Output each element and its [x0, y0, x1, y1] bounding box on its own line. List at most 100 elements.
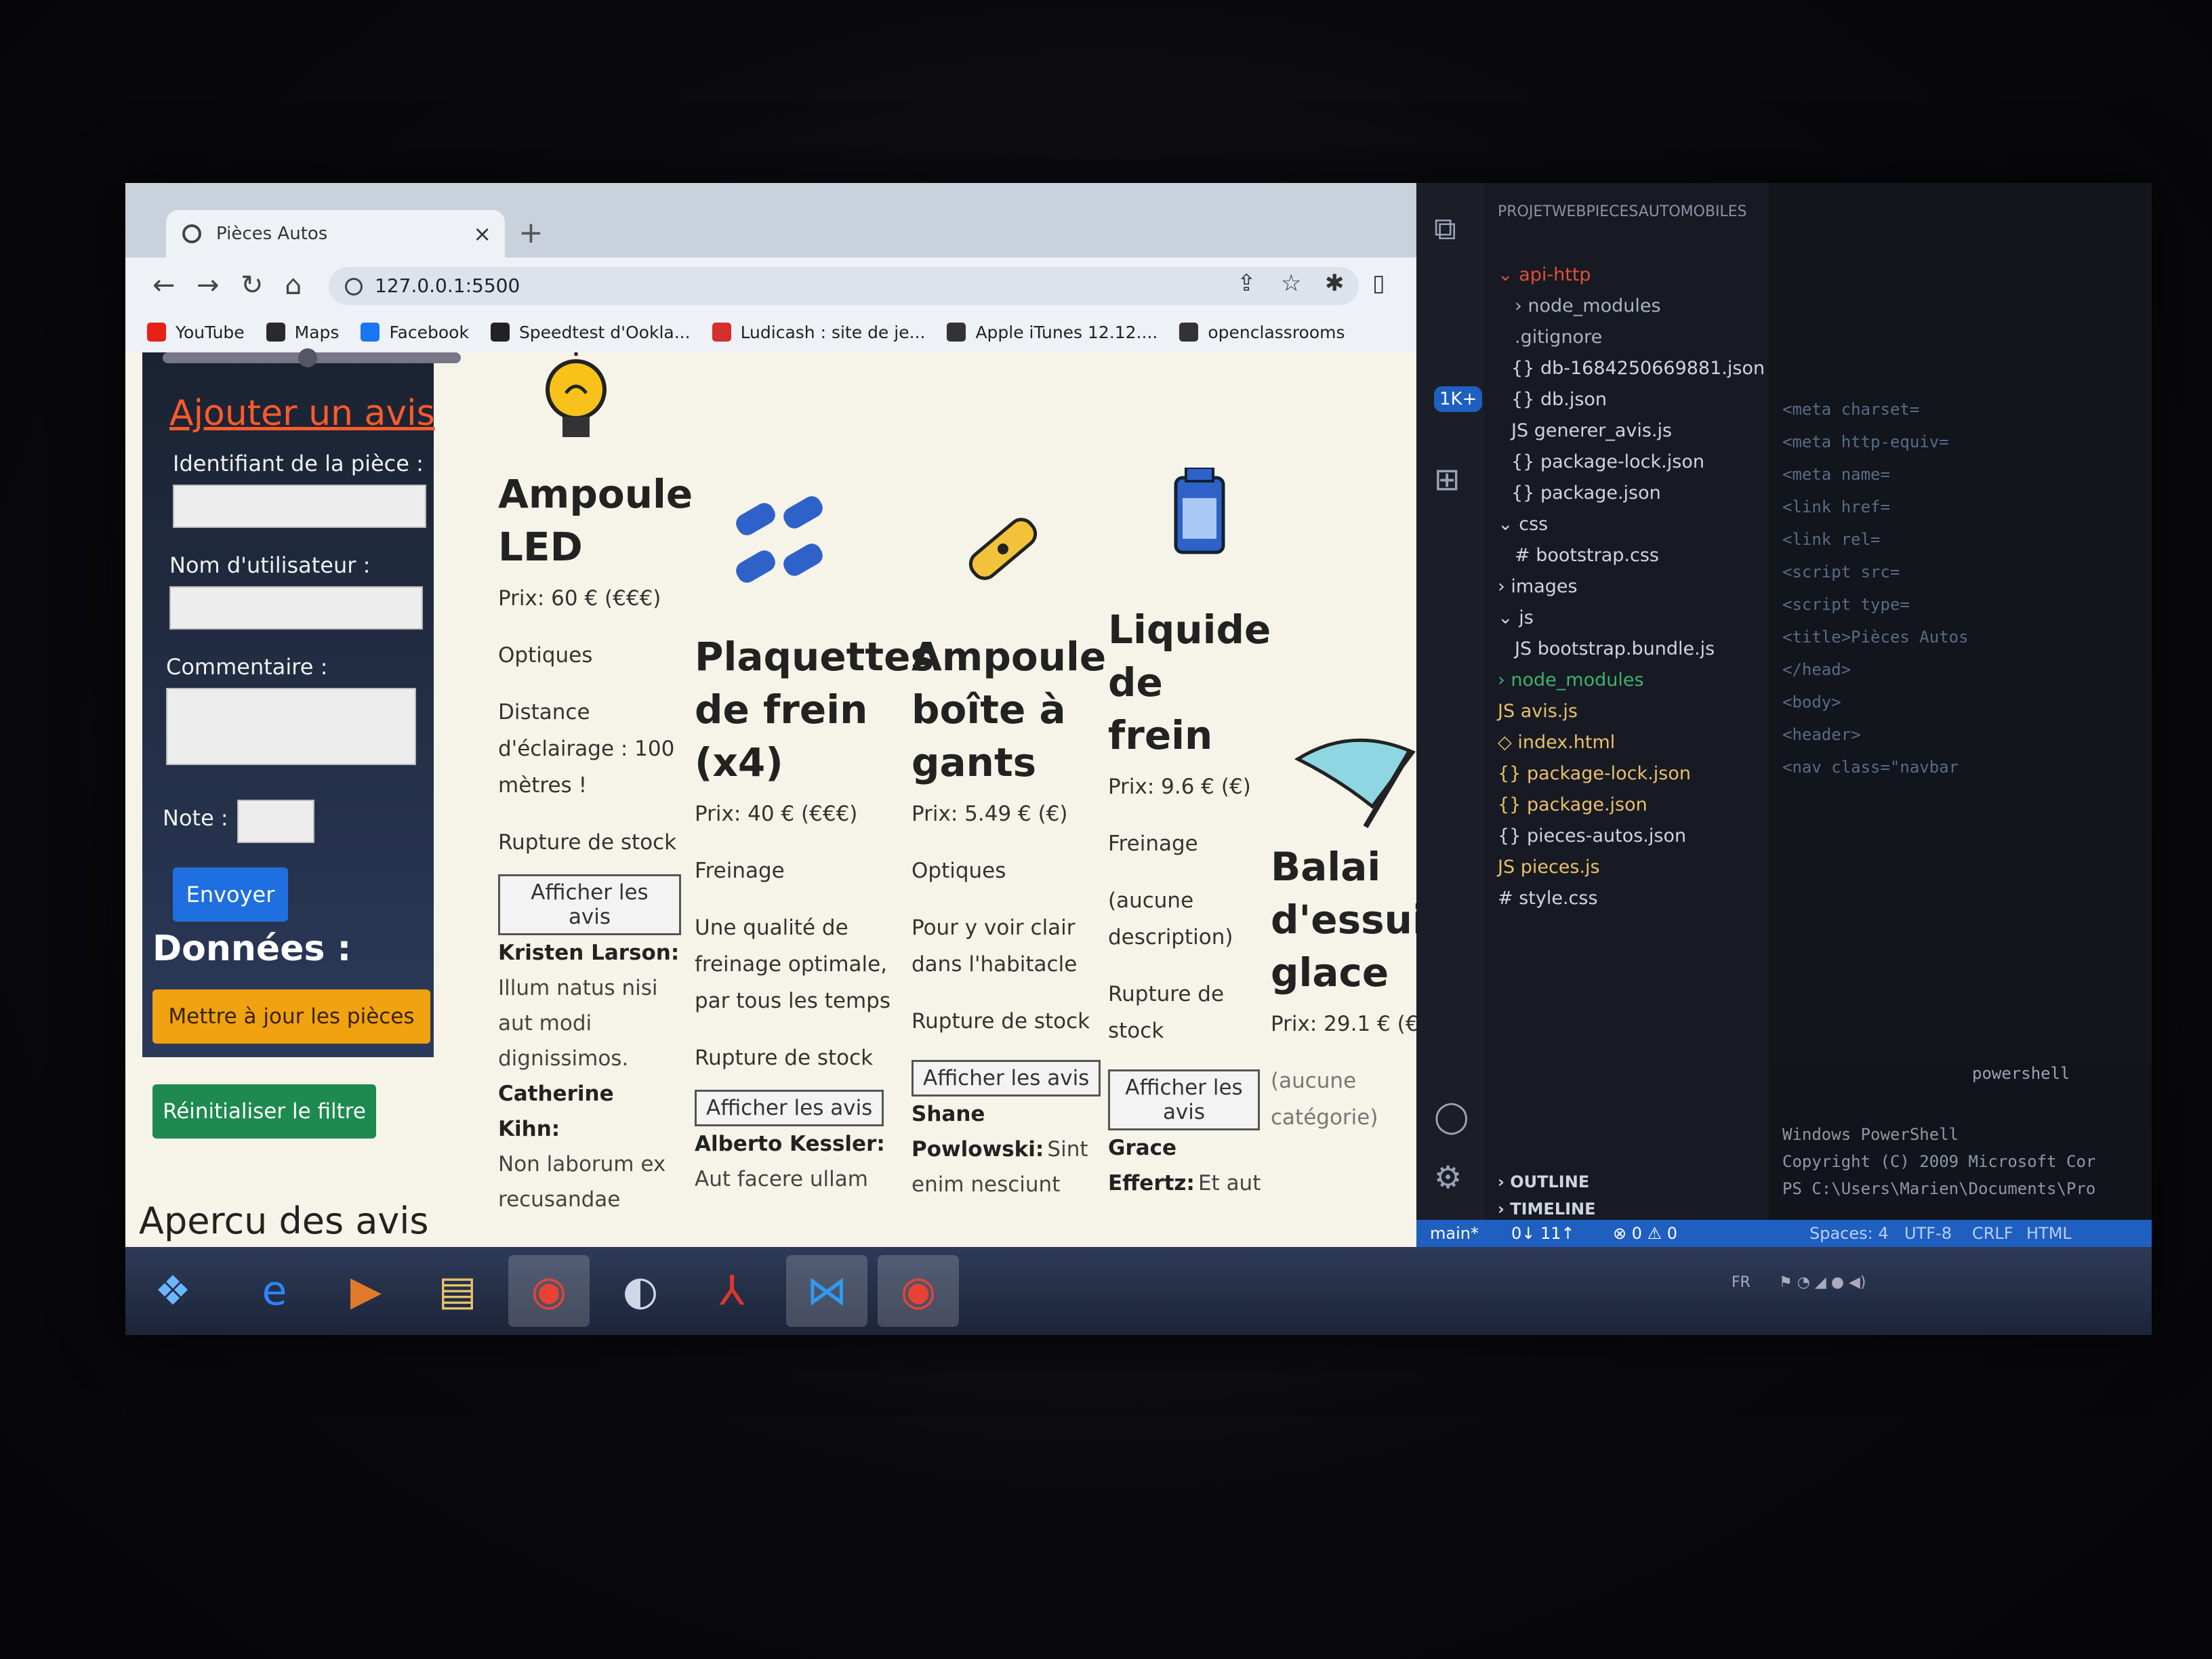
update-pieces-button[interactable]: Mettre à jour les pièces: [152, 989, 430, 1044]
explorer-icon[interactable]: ⧉: [1434, 210, 1456, 248]
note-input[interactable]: [237, 800, 314, 843]
account-icon[interactable]: ◯: [1434, 1098, 1469, 1134]
file-label: db-1684250669881.json: [1540, 358, 1765, 379]
explorer-file-item[interactable]: {} db.json: [1511, 389, 1607, 410]
show-reviews-button[interactable]: Afficher les avis: [1108, 1069, 1260, 1130]
explorer-file-item[interactable]: {} package-lock.json: [1498, 763, 1691, 784]
encoding-status[interactable]: UTF-8: [1904, 1224, 1952, 1243]
bookmark-item[interactable]: openclassrooms: [1179, 323, 1345, 342]
bookmark-item[interactable]: Speedtest d'Ookla...: [490, 323, 691, 342]
piece-id-input[interactable]: [173, 485, 426, 528]
share-icon[interactable]: ⇪: [1237, 270, 1256, 297]
explorer-file-item[interactable]: {} pieces-autos.json: [1498, 825, 1686, 846]
product-name-line: (x4): [695, 739, 783, 785]
outline-section[interactable]: › OUTLINE: [1498, 1172, 1589, 1191]
bookmark-item[interactable]: Apple iTunes 12.12....: [947, 323, 1158, 342]
file-explorer-icon[interactable]: ▤: [417, 1255, 498, 1327]
explorer-file-item[interactable]: .gitignore: [1515, 327, 1602, 348]
bookmark-star-icon[interactable]: ☆: [1281, 270, 1301, 297]
tab-close-icon[interactable]: ×: [473, 221, 491, 247]
explorer-file-item[interactable]: # style.css: [1498, 888, 1598, 909]
problems-status[interactable]: ⊗ 0 ⚠ 0: [1613, 1224, 1677, 1243]
explorer-file-item[interactable]: {} db-1684250669881.json: [1511, 358, 1765, 379]
show-reviews-button[interactable]: Afficher les avis: [912, 1060, 1101, 1097]
side-panel-icon[interactable]: ▯: [1372, 270, 1385, 297]
site-info-icon[interactable]: [345, 278, 363, 295]
bookmark-item[interactable]: Ludicash : site de je...: [712, 323, 925, 342]
terminal-line: Copyright (C) 2009 Microsoft Cor: [1782, 1152, 2096, 1171]
explorer-file-item[interactable]: {} package-lock.json: [1511, 451, 1704, 472]
explorer-file-item[interactable]: › images: [1498, 576, 1578, 597]
file-label: package-lock.json: [1540, 451, 1704, 472]
comment-textarea[interactable]: [166, 688, 416, 765]
start-button-icon[interactable]: ❖: [132, 1255, 213, 1327]
reload-icon[interactable]: ↻: [241, 270, 264, 301]
settings-gear-icon[interactable]: ⚙: [1434, 1159, 1462, 1195]
tray-icons[interactable]: ⚑ ◔ ◢ ● ◀): [1779, 1274, 1866, 1291]
explorer-file-item[interactable]: JS bootstrap.bundle.js: [1515, 638, 1715, 659]
explorer-file-item[interactable]: ◇ index.html: [1498, 732, 1615, 753]
code-editor[interactable]: <meta charset= <meta http-equiv= <meta nam…: [1769, 183, 2152, 1064]
sync-status[interactable]: 0↓ 11↑: [1511, 1224, 1575, 1243]
review-text: Illum natus nisi aut modi dignissimos.: [498, 970, 681, 1076]
spaces-status[interactable]: Spaces: 4: [1809, 1224, 1889, 1243]
eol-status[interactable]: CRLF: [1972, 1224, 2013, 1243]
media-player-icon[interactable]: ▶: [325, 1255, 407, 1327]
code-line: <title>Pièces Autos: [1782, 628, 1969, 647]
terminal-panel[interactable]: powershell Windows PowerShell Copyright (…: [1769, 1064, 2152, 1240]
json-icon: {}: [1511, 451, 1540, 472]
disc-icon[interactable]: ◐: [600, 1255, 681, 1327]
chrome-icon[interactable]: ◉: [878, 1255, 959, 1327]
submit-button[interactable]: Envoyer: [173, 867, 288, 922]
explorer-file-item[interactable]: › node_modules: [1515, 295, 1661, 316]
bookmark-item[interactable]: YouTube: [147, 323, 245, 342]
bookmark-item[interactable]: Maps: [266, 323, 339, 342]
address-bar[interactable]: 127.0.0.1:5500: [329, 267, 1359, 305]
timeline-section[interactable]: › TIMELINE: [1498, 1200, 1596, 1218]
button-line: avis: [1162, 1100, 1206, 1124]
username-input[interactable]: [169, 586, 423, 630]
explorer-file-item[interactable]: JS generer_avis.js: [1511, 420, 1672, 441]
explorer-file-item[interactable]: JS avis.js: [1498, 701, 1578, 722]
slider-knob[interactable]: [298, 348, 317, 367]
explorer-file-item[interactable]: {} package.json: [1511, 483, 1661, 504]
branch-status[interactable]: main*: [1430, 1224, 1479, 1243]
review-line: recusandae: [498, 1187, 621, 1212]
bookmark-item[interactable]: Facebook: [361, 323, 469, 342]
back-arrow-icon[interactable]: ←: [152, 270, 176, 301]
browser-tab[interactable]: Pièces Autos ×: [166, 210, 505, 258]
bookmark-icon: [490, 323, 510, 342]
json-icon: {}: [1511, 358, 1540, 379]
code-line: <link href=: [1782, 497, 1890, 516]
product-name: Plaquettes de frein (x4): [695, 630, 934, 789]
home-icon[interactable]: ⌂: [285, 270, 302, 301]
explorer-file-item[interactable]: › node_modules: [1498, 670, 1644, 691]
new-tab-button[interactable]: +: [518, 216, 544, 250]
review-text: enim nesciunt: [912, 1172, 1061, 1197]
language-indicator[interactable]: FR: [1732, 1274, 1750, 1291]
terminal-tab[interactable]: powershell: [1972, 1064, 2070, 1083]
scroll-slider[interactable]: [163, 348, 461, 367]
chrome-icon[interactable]: ◉: [508, 1255, 590, 1327]
explorer-file-item[interactable]: ⌄ api-http: [1498, 264, 1591, 285]
vscode-icon[interactable]: ⋈: [786, 1255, 867, 1327]
extensions-icon[interactable]: ⊞: [1434, 461, 1460, 497]
description-line: Une qualité de: [695, 916, 848, 940]
show-reviews-button[interactable]: Afficher les avis: [498, 874, 681, 935]
acrobat-icon[interactable]: ⅄: [691, 1255, 773, 1327]
file-label: bootstrap.bundle.js: [1537, 638, 1715, 659]
explorer-file-item[interactable]: ⌄ css: [1498, 514, 1548, 535]
reset-filter-button[interactable]: Réinitialiser le filtre: [152, 1084, 376, 1139]
language-status[interactable]: HTML: [2026, 1224, 2072, 1243]
forward-arrow-icon[interactable]: →: [197, 270, 220, 301]
explorer-file-item[interactable]: ⌄ js: [1498, 607, 1534, 628]
bookmark-label: openclassrooms: [1208, 322, 1345, 342]
product-name: Liquide de frein: [1108, 603, 1271, 762]
explorer-file-item[interactable]: JS pieces.js: [1498, 857, 1600, 878]
ie-icon[interactable]: e: [234, 1255, 315, 1327]
extensions-icon[interactable]: ✱: [1325, 270, 1345, 297]
explorer-file-item[interactable]: {} package.json: [1498, 794, 1647, 815]
show-reviews-button[interactable]: Afficher les avis: [695, 1090, 884, 1126]
product-name-line: Ampoule: [912, 634, 1107, 680]
explorer-file-item[interactable]: # bootstrap.css: [1515, 545, 1659, 566]
